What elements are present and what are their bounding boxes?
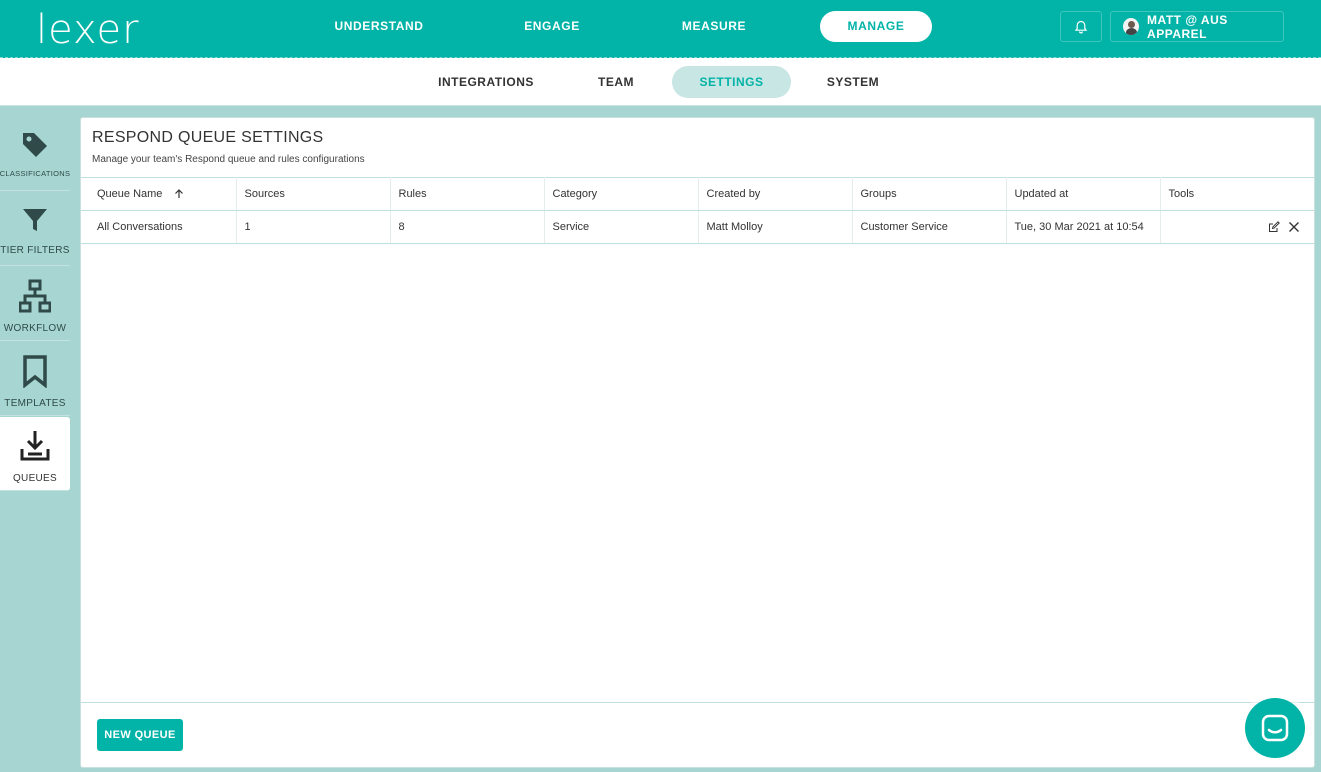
bell-icon [1074, 20, 1088, 33]
top-nav-measure[interactable]: MEASURE [660, 11, 768, 42]
page-title: RESPOND QUEUE SETTINGS [92, 129, 324, 146]
queues-table: Queue Name Sources Rules Category Create… [81, 177, 1314, 244]
cell-tools [1160, 210, 1314, 244]
sidebar-item-label: WORKFLOW [3, 323, 67, 334]
sub-nav-settings[interactable]: SETTINGS [672, 66, 791, 98]
account-menu-button[interactable]: MATT @ AUS APPAREL [1110, 11, 1284, 42]
column-header-updated-at[interactable]: Updated at [1006, 177, 1161, 211]
top-nav-manage[interactable]: MANAGE [820, 11, 932, 42]
column-header-created-by[interactable]: Created by [698, 177, 853, 211]
cell-sources: 1 [236, 210, 391, 244]
bookmark-icon [23, 355, 47, 388]
column-header-category[interactable]: Category [544, 177, 699, 211]
filter-icon [23, 209, 47, 231]
workflow-icon [19, 279, 51, 313]
sidebar-item-templates[interactable]: TEMPLATES [0, 342, 70, 416]
sub-nav: INTEGRATIONS TEAM SETTINGS SYSTEM [0, 58, 1321, 106]
sub-nav-integrations[interactable]: INTEGRATIONS [432, 66, 540, 98]
column-header-queue-name[interactable]: Queue Name [81, 177, 237, 211]
column-header-groups[interactable]: Groups [852, 177, 1007, 211]
queue-settings-panel: RESPOND QUEUE SETTINGS Manage your team'… [80, 117, 1315, 768]
sidebar-item-label: TIER FILTERS [0, 245, 70, 256]
sidebar-item-label: TEMPLATES [4, 398, 66, 409]
chat-icon [1261, 714, 1289, 742]
cell-category: Service [544, 210, 699, 244]
account-label: MATT @ AUS APPAREL [1147, 12, 1228, 41]
new-queue-button[interactable]: NEW QUEUE [97, 719, 183, 751]
cell-created-by: Matt Molloy [698, 210, 853, 244]
tag-icon [23, 133, 47, 157]
top-bar: lexer UNDERSTAND ENGAGE MEASURE MANAGE M… [0, 0, 1321, 58]
settings-sidebar: CLASSIFICATIONS TIER FILTERS WORKFLOW TE… [0, 117, 70, 768]
table-header-row: Queue Name Sources Rules Category Create… [81, 177, 1314, 211]
sub-nav-team[interactable]: TEAM [582, 66, 650, 98]
chat-launcher-button[interactable] [1245, 698, 1305, 758]
avatar [1123, 18, 1140, 35]
sidebar-item-workflow[interactable]: WORKFLOW [0, 267, 70, 341]
notifications-button[interactable] [1060, 11, 1102, 42]
sidebar-item-queues[interactable]: QUEUES [0, 417, 70, 491]
cell-rules: 8 [390, 210, 545, 244]
column-header-tools: Tools [1160, 177, 1314, 211]
sort-ascending-icon [174, 189, 183, 199]
cell-updated-at: Tue, 30 Mar 2021 at 10:54 [1006, 210, 1161, 244]
delete-icon[interactable] [1288, 221, 1300, 233]
footer-divider [81, 702, 1314, 703]
sub-nav-system[interactable]: SYSTEM [818, 66, 888, 98]
sidebar-item-tier-filters[interactable]: TIER FILTERS [0, 192, 70, 266]
table-row[interactable]: All Conversations 1 8 Service Matt Mollo… [81, 210, 1314, 244]
sidebar-item-label: CLASSIFICATIONS [0, 169, 70, 178]
download-tray-icon [20, 431, 50, 461]
edit-icon[interactable] [1268, 221, 1280, 233]
top-nav-engage[interactable]: ENGAGE [500, 11, 604, 42]
cell-queue-name: All Conversations [81, 210, 237, 244]
lexer-logo[interactable]: lexer [36, 7, 140, 53]
top-nav-understand[interactable]: UNDERSTAND [320, 11, 438, 42]
sidebar-item-classifications[interactable]: CLASSIFICATIONS [0, 117, 70, 191]
page-subtitle: Manage your team's Respond queue and rul… [92, 154, 365, 165]
cell-groups: Customer Service [852, 210, 1007, 244]
column-header-sources[interactable]: Sources [236, 177, 391, 211]
sidebar-item-label: QUEUES [12, 473, 58, 484]
column-header-rules[interactable]: Rules [390, 177, 545, 211]
